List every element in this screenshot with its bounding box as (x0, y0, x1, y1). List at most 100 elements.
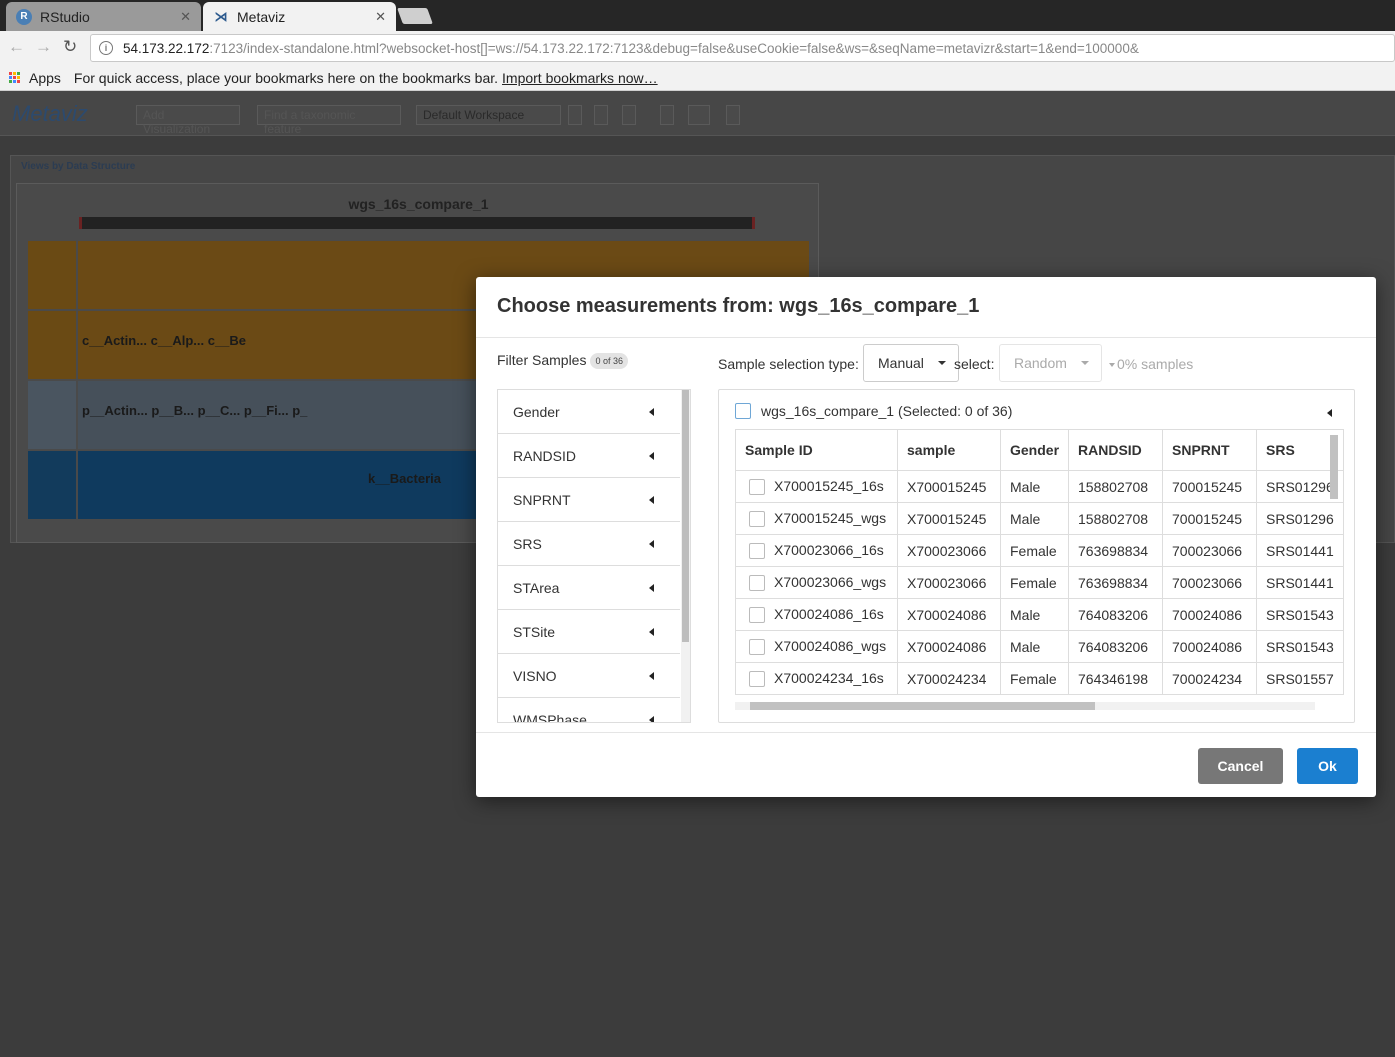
tab-title: RStudio (40, 8, 90, 25)
cancel-button[interactable]: Cancel (1198, 748, 1283, 784)
modal-title: Choose measurements from: wgs_16s_compar… (497, 295, 980, 317)
table-cell: SRS01441 (1256, 534, 1344, 567)
table-row[interactable]: X700023066_wgs X700023066 Female 763698834 7… (735, 566, 1344, 599)
range-slider[interactable] (79, 217, 755, 229)
table-row[interactable]: X700015245_16s X700015245 Male 158802708 700… (735, 470, 1344, 503)
delete-icon[interactable] (622, 105, 636, 125)
table-cell: X700023066_wgs (735, 566, 898, 599)
filter-item[interactable]: STArea (498, 566, 680, 610)
filter-samples-label: Filter Samples 0 of 36 (497, 352, 628, 370)
metaviz-icon: ⋊ (214, 8, 228, 24)
table-columns: Sample ID sample Gender RANDSID SNPRNT SRS (735, 429, 1344, 471)
apps-label[interactable]: Apps (29, 70, 61, 86)
sample-id-text: X700023066_wgs (774, 573, 887, 590)
apps-grid-icon[interactable] (9, 71, 21, 84)
modal-footer: Cancel Ok (476, 732, 1376, 797)
sample-id-text: X700024234_16s (774, 669, 884, 686)
scrollbar-thumb[interactable] (682, 390, 689, 642)
row-checkbox[interactable] (749, 479, 765, 496)
tab-title: Metaviz (237, 8, 286, 25)
viz-title: wgs_16s_compare_1 (348, 196, 489, 212)
bookmarks-bar: Apps For quick access, place your bookma… (0, 65, 1395, 91)
close-icon[interactable]: ✕ (180, 9, 191, 25)
table-row[interactable]: X700024234_16s X700024234 Female 764346198 7… (735, 662, 1344, 695)
close-icon[interactable]: ✕ (375, 9, 386, 25)
column-header[interactable]: Sample ID (735, 429, 898, 471)
caret-left-icon (649, 407, 654, 416)
help-icon[interactable] (660, 105, 674, 125)
app-toolbar: Metaviz Add Visualization Find a taxonom… (0, 91, 1395, 136)
tab-metaviz[interactable]: ⋊ Metaviz ✕ (203, 2, 396, 31)
filter-item-label: STSite (513, 623, 556, 640)
table-row[interactable]: X700015245_wgs X700015245 Male 158802708 700… (735, 502, 1344, 535)
table-cell: Male (999, 630, 1070, 663)
table-cell: 700023066 (1162, 566, 1258, 599)
filter-item[interactable]: RANDSID (498, 434, 680, 478)
percent-samples[interactable]: 0% samples (1109, 356, 1193, 372)
table-cell: 763698834 (1068, 566, 1164, 599)
filter-scrollbar[interactable] (681, 390, 690, 722)
table-row[interactable]: X700024086_wgs X700024086 Male 764083206 700… (735, 630, 1344, 663)
select-all-checkbox[interactable] (735, 403, 751, 419)
import-bookmarks-link[interactable]: Import bookmarks now… (502, 70, 658, 86)
filter-item[interactable]: STSite (498, 610, 680, 654)
row-checkbox[interactable] (749, 671, 765, 688)
table-cell: 763698834 (1068, 534, 1164, 567)
sample-id-text: X700015245_16s (774, 477, 884, 494)
forward-icon[interactable]: → (35, 37, 52, 57)
filter-item[interactable]: SRS (498, 522, 680, 566)
selection-type-dropdown[interactable]: Manual (863, 344, 959, 382)
row-checkbox[interactable] (749, 543, 765, 560)
info-icon[interactable]: i (99, 41, 113, 55)
table-cell: X700024086_16s (735, 598, 898, 631)
row-checkbox[interactable] (749, 639, 765, 656)
table-cell: X700023066_16s (735, 534, 898, 567)
filter-item[interactable]: WMSPhase (498, 698, 680, 722)
filter-item[interactable]: Gender (498, 390, 680, 434)
icicle-row-kingdom[interactable]: k__Bacteria (28, 451, 478, 519)
filter-item[interactable]: SNPRNT (498, 478, 680, 522)
scrollbar-thumb[interactable] (750, 702, 1095, 710)
new-tab-button[interactable] (397, 8, 433, 24)
table-cell: SRS01557 (1256, 662, 1344, 695)
ok-button[interactable]: Ok (1297, 748, 1358, 784)
column-header[interactable]: Gender (999, 429, 1070, 471)
save-icon[interactable] (568, 105, 582, 125)
column-header[interactable]: SNPRNT (1162, 429, 1258, 471)
reload-icon[interactable]: ↻ (63, 37, 77, 57)
row-checkbox[interactable] (749, 511, 765, 528)
column-header[interactable]: sample (897, 429, 1001, 471)
table-row[interactable]: X700024086_16s X700024086 Male 764083206 700… (735, 598, 1344, 631)
table-cell: X700023066 (897, 534, 1001, 567)
panel-title[interactable]: Views by Data Structure (21, 161, 135, 172)
caret-left-icon (649, 671, 654, 680)
column-header[interactable]: RANDSID (1068, 429, 1164, 471)
random-select-value: Random (1014, 355, 1067, 371)
icicle-row-class[interactable]: c__Actin... c__Alp... c__Be (28, 311, 478, 379)
print-icon[interactable] (726, 105, 740, 125)
filter-item[interactable]: VISNO (498, 654, 680, 698)
collapse-icon[interactable] (1327, 409, 1332, 417)
row-checkbox[interactable] (749, 575, 765, 592)
address-bar[interactable]: i 54.173.22.172:7123/index-standalone.ht… (90, 34, 1395, 62)
table-cell: 158802708 (1068, 502, 1164, 535)
undo-icon[interactable] (594, 105, 608, 125)
table-horizontal-scrollbar[interactable] (735, 702, 1315, 710)
random-select-dropdown[interactable]: Random (999, 344, 1102, 382)
table-cell: Female (999, 662, 1070, 695)
feature-search-input[interactable]: Find a taxonomic feature (257, 105, 401, 136)
back-icon[interactable]: ← (8, 37, 25, 57)
table-cell: Male (999, 598, 1070, 631)
table-row[interactable]: X700023066_16s X700023066 Female 763698834 7… (735, 534, 1344, 567)
add-visualization-button[interactable]: Add Visualization (136, 105, 240, 136)
modal-header: Choose measurements from: wgs_16s_compar… (476, 277, 1376, 338)
info-menu-icon[interactable] (688, 105, 710, 125)
table-vertical-scrollbar[interactable] (1330, 435, 1338, 499)
row-checkbox[interactable] (749, 607, 765, 624)
filter-list[interactable]: Gender RANDSID SNPRNT SRS STArea STSite VISNO W… (497, 389, 691, 723)
icicle-row-phylum[interactable]: p__Actin... p__B... p__C... p__Fi... p_ (28, 381, 478, 449)
caret-left-icon (649, 495, 654, 504)
table-cell: Female (999, 534, 1070, 567)
tab-rstudio[interactable]: R RStudio ✕ (6, 2, 201, 31)
workspace-input[interactable]: Default Workspace (416, 105, 561, 125)
